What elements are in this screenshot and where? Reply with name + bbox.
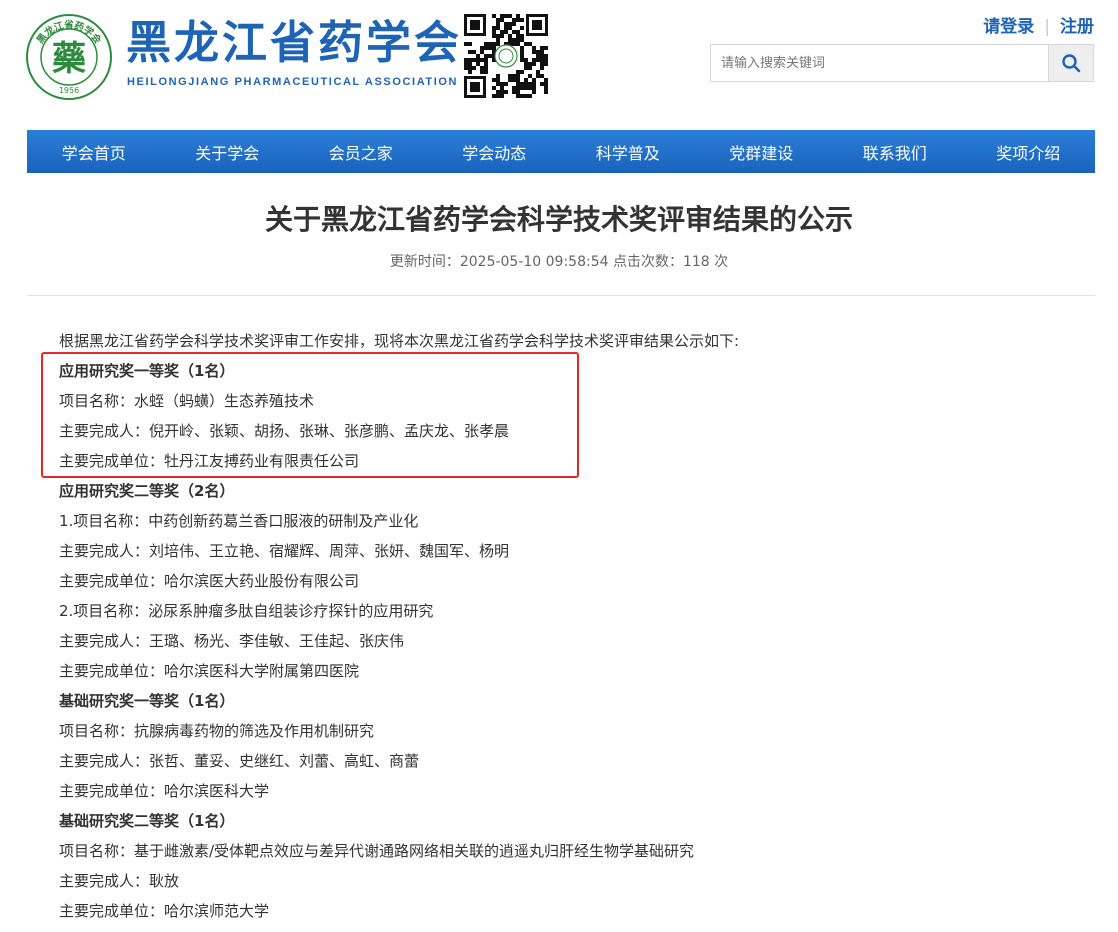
search-button[interactable]: [1048, 45, 1093, 81]
section-heading: 应用研究奖二等奖（2名）: [59, 482, 235, 500]
highlight-annotation-box: [41, 352, 579, 478]
association-seal-logo[interactable]: 黑龙江省药学会 藥 1956: [26, 14, 112, 100]
project-name: 1.项目名称：中药创新药葛兰香口服液的研制及产业化: [59, 512, 419, 530]
project-contributors: 主要完成人：张哲、董妥、史继红、刘蕾、高虹、商蕾: [59, 752, 420, 770]
section-heading: 基础研究奖二等奖（1名）: [59, 812, 235, 830]
nav-item-about[interactable]: 关于学会: [161, 130, 295, 173]
seal-year: 1956: [59, 86, 79, 95]
project-contributors: 主要完成人：耿放: [59, 872, 180, 890]
site-title[interactable]: 黑龙江省药学会: [126, 16, 462, 70]
project-name: 2.项目名称：泌尿系肿瘤多肽自组装诊疗探针的应用研究: [59, 602, 434, 620]
nav-item-party[interactable]: 党群建设: [695, 130, 829, 173]
main-nav: 学会首页 关于学会 会员之家 学会动态 科学普及 党群建设 联系我们 奖项介绍: [27, 130, 1095, 173]
nav-item-science[interactable]: 科学普及: [561, 130, 695, 173]
seal-glyph: 藥: [52, 39, 86, 79]
nav-item-home[interactable]: 学会首页: [27, 130, 161, 173]
nav-item-members[interactable]: 会员之家: [294, 130, 428, 173]
article-title: 关于黑龙江省药学会科学技术奖评审结果的公示: [264, 203, 853, 236]
search-icon: [1062, 54, 1081, 73]
divider: [27, 295, 1095, 296]
article-meta: 更新时间：2025-05-10 09:58:54 点击次数：118 次: [389, 254, 729, 270]
nav-item-news[interactable]: 学会动态: [428, 130, 562, 173]
site-subtitle: HEILONGJIANG PHARMACEUTICAL ASSOCIATION: [127, 76, 459, 88]
nav-item-awards[interactable]: 奖项介绍: [962, 130, 1096, 173]
nav-item-contact[interactable]: 联系我们: [828, 130, 962, 173]
auth-separator: |: [1044, 17, 1050, 37]
auth-links: 请登录 | 注册: [983, 12, 1094, 37]
login-link[interactable]: 请登录: [983, 17, 1034, 37]
project-unit: 主要完成单位：哈尔滨医大药业股份有限公司: [59, 572, 360, 590]
section-heading: 基础研究奖一等奖（1名）: [59, 692, 235, 710]
project-unit: 主要完成单位：哈尔滨医科大学附属第四医院: [59, 662, 360, 680]
project-contributors: 主要完成人：王璐、杨光、李佳敏、王佳起、张庆伟: [59, 632, 405, 650]
search-input[interactable]: [711, 45, 1049, 81]
project-name: 项目名称：基于雌激素/受体靶点效应与差异代谢通路网络相关联的逍遥丸归肝经生物学基…: [59, 842, 695, 860]
qr-code-image: [462, 12, 550, 100]
search-box: [710, 44, 1094, 82]
register-link[interactable]: 注册: [1060, 17, 1094, 37]
project-unit: 主要完成单位：哈尔滨医科大学: [59, 782, 270, 800]
project-contributors: 主要完成人：刘培伟、王立艳、宿耀辉、周萍、张妍、魏国军、杨明: [59, 542, 510, 560]
project-name: 项目名称：抗腺病毒药物的筛选及作用机制研究: [59, 722, 375, 740]
project-unit: 主要完成单位：哈尔滨师范大学: [59, 902, 270, 920]
